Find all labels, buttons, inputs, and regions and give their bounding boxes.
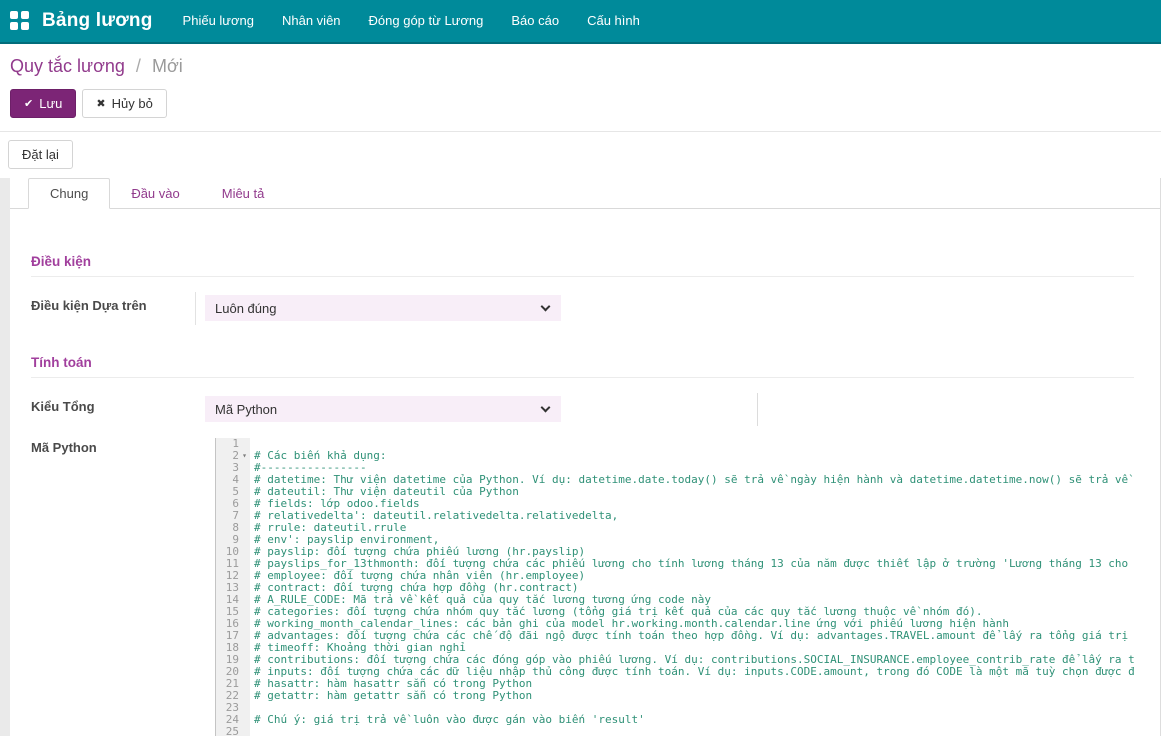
menu-item-payslips[interactable]: Phiếu lương [169, 0, 268, 42]
code-line[interactable]: # Các biến khả dụng: [254, 450, 1134, 462]
section-title-computation: Tính toán [31, 355, 1134, 370]
check-icon: ✔ [24, 97, 33, 110]
fold-arrow-icon[interactable]: ▾ [239, 450, 250, 462]
tab-description[interactable]: Miêu tả [201, 179, 286, 208]
notebook-tabs: Chung Đầu vào Miêu tả [10, 178, 1160, 209]
top-navbar: Bảng lương Phiếu lương Nhân viên Đóng gó… [0, 0, 1161, 44]
menu-item-reports[interactable]: Báo cáo [497, 0, 573, 42]
code-line[interactable]: # Chú ý: giá trị trả về luôn vào được gá… [254, 714, 1134, 726]
amount-type-value: Mã Python [215, 402, 277, 417]
condition-based-on-value: Luôn đúng [215, 301, 276, 316]
menu-item-settings[interactable]: Cấu hình [573, 0, 654, 42]
sheet-background: Chung Đầu vào Miêu tả Điều kiện Điều kiệ… [0, 178, 1161, 736]
chevron-down-icon [541, 403, 551, 413]
save-button-label: Lưu [39, 96, 62, 111]
menu-item-employees[interactable]: Nhân viên [268, 0, 355, 42]
code-line[interactable]: # getattr: hàm getattr sẵn có trong Pyth… [254, 690, 1134, 702]
python-code-editor[interactable]: 12▾3456789101112131415161718192021222324… [215, 438, 1134, 736]
section-rule [31, 377, 1134, 378]
save-button[interactable]: ✔ Lưu [10, 89, 76, 118]
form-sheet: Chung Đầu vào Miêu tả Điều kiện Điều kiệ… [10, 178, 1161, 736]
python-code-label: Mã Python [31, 438, 215, 736]
apps-menu-icon[interactable] [10, 11, 30, 31]
discard-button-label: Hủy bỏ [112, 96, 153, 111]
field-row-condition-based-on: Điều kiện Dựa trên Luôn đúng [31, 292, 1134, 325]
condition-based-on-label: Điều kiện Dựa trên [31, 292, 195, 325]
app-name[interactable]: Bảng lương [42, 10, 153, 32]
field-row-amount-type: Kiểu Tổng Mã Python [31, 393, 1134, 426]
code-lines[interactable]: # Các biến khả dụng:#----------------# d… [250, 438, 1134, 736]
section-title-condition: Điều kiện [31, 254, 1134, 269]
tab-general[interactable]: Chung [28, 178, 110, 209]
tab-content: Điều kiện Điều kiện Dựa trên Luôn đúng T… [10, 209, 1160, 736]
menu-item-contributions[interactable]: Đóng góp từ Lương [355, 0, 498, 42]
amount-type-label: Kiểu Tổng [31, 393, 195, 426]
amount-type-select[interactable]: Mã Python [205, 396, 561, 422]
tab-inputs[interactable]: Đầu vào [110, 179, 200, 208]
code-line[interactable] [254, 726, 1134, 736]
breadcrumb-current: Mới [152, 56, 183, 76]
code-gutter: 12▾3456789101112131415161718192021222324… [216, 438, 250, 736]
statusbar: Đặt lại [0, 132, 1161, 178]
action-buttons: ✔ Lưu ✖ Hủy bỏ [10, 89, 1151, 118]
control-panel: Quy tắc lương / Mới ✔ Lưu ✖ Hủy bỏ [0, 44, 1161, 118]
reset-button-label: Đặt lại [22, 147, 59, 162]
x-icon: ✖ [96, 97, 105, 110]
line-number: 25 [216, 726, 250, 736]
breadcrumb-separator: / [130, 56, 147, 76]
field-row-python-code: Mã Python 12▾345678910111213141516171819… [31, 438, 1134, 736]
group-divider [757, 393, 758, 426]
breadcrumb: Quy tắc lương / Mới [10, 56, 1151, 77]
main-menu: Phiếu lương Nhân viên Đóng góp từ Lương … [169, 0, 654, 42]
discard-button[interactable]: ✖ Hủy bỏ [82, 89, 166, 118]
condition-based-on-select[interactable]: Luôn đúng [205, 295, 561, 321]
reset-button[interactable]: Đặt lại [8, 140, 73, 169]
section-rule [31, 276, 1134, 277]
chevron-down-icon [541, 302, 551, 312]
breadcrumb-parent[interactable]: Quy tắc lương [10, 56, 125, 76]
